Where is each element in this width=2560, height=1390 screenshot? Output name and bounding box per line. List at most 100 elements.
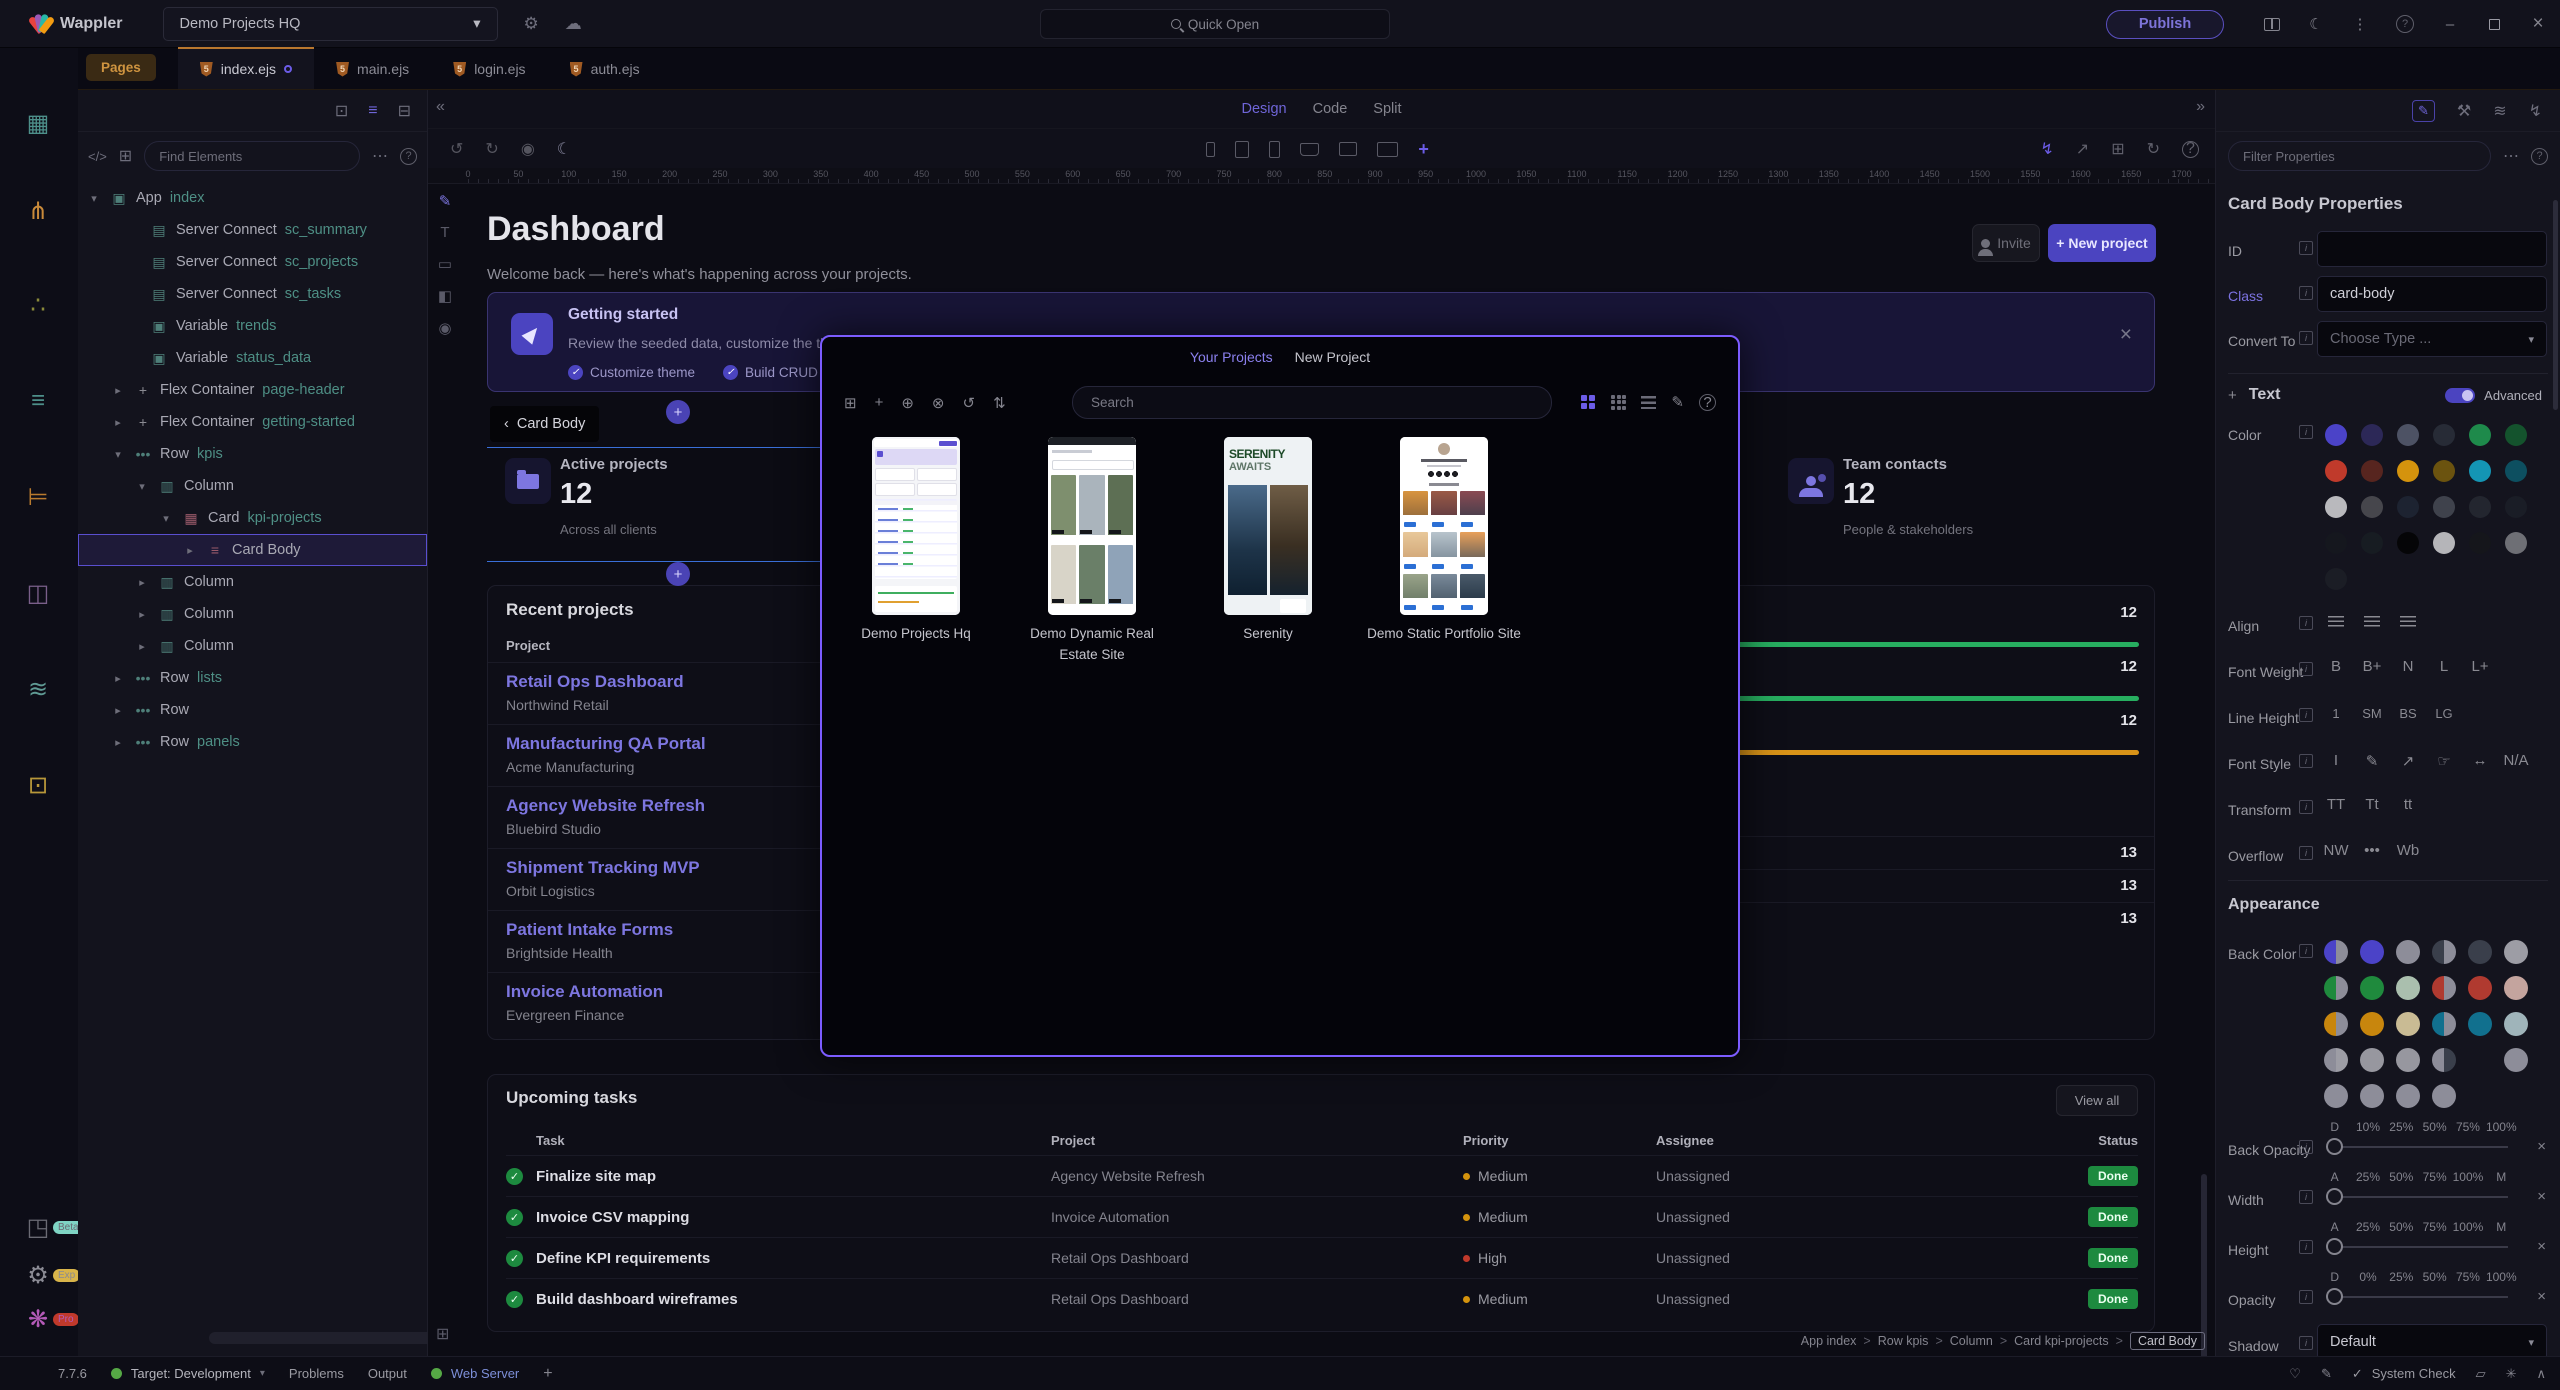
code-view-icon[interactable]: </>: [88, 149, 107, 164]
font-style-option[interactable]: N/A: [2498, 752, 2534, 770]
font-style-option[interactable]: ↗: [2390, 752, 2426, 770]
actions-lightning-icon[interactable]: ↯: [2040, 139, 2053, 159]
info-icon[interactable]: i: [2299, 1190, 2313, 1204]
slider-tick-label[interactable]: 25%: [2385, 1120, 2418, 1134]
slider-knob[interactable]: [2326, 1188, 2343, 1205]
info-icon[interactable]: i: [2299, 754, 2313, 768]
web-server-button[interactable]: Web Server: [431, 1366, 519, 1381]
cleanup-brush-icon[interactable]: ✎: [2321, 1366, 2332, 1382]
info-icon[interactable]: i: [2299, 662, 2313, 676]
banner-check-item[interactable]: ✓ Build CRUD: [723, 365, 818, 380]
find-elements-input[interactable]: Find Elements: [144, 141, 360, 171]
breadcrumb-item[interactable]: App index: [1801, 1334, 1857, 1348]
slider-tick-label[interactable]: 100%: [2451, 1220, 2484, 1234]
add-folder-icon[interactable]: ⊕: [901, 394, 914, 412]
device-phone-icon[interactable]: [1269, 141, 1280, 158]
font-weight-option[interactable]: L: [2426, 658, 2462, 675]
editor-tab[interactable]: index.ejs: [178, 47, 314, 89]
text-tool-icon[interactable]: T: [440, 224, 449, 241]
grid-toggle-icon[interactable]: ⊞: [436, 1324, 449, 1344]
align-left-icon[interactable]: [2318, 616, 2354, 627]
slider-tick-label[interactable]: M: [2485, 1220, 2518, 1234]
color-swatch[interactable]: [2361, 496, 2383, 518]
rail-icon[interactable]: ⊡: [19, 766, 57, 804]
minimize-button[interactable]: –: [2428, 0, 2472, 48]
slider-track[interactable]: [2336, 1296, 2508, 1298]
info-icon[interactable]: i: [2299, 616, 2313, 630]
color-swatch[interactable]: [2325, 424, 2347, 446]
publish-button[interactable]: Publish: [2106, 10, 2224, 39]
slider-tick-label[interactable]: 100%: [2485, 1120, 2518, 1134]
align-right-icon[interactable]: [2390, 616, 2426, 627]
color-swatch[interactable]: [2469, 496, 2491, 518]
color-swatch[interactable]: [2396, 1084, 2420, 1108]
tree-chevron-icon[interactable]: ▸: [110, 672, 126, 685]
breadcrumb-item[interactable]: Column: [1950, 1334, 1993, 1348]
theme-droplet-icon[interactable]: ☾: [2294, 0, 2338, 48]
tree-chevron-icon[interactable]: ▾: [158, 512, 174, 525]
cloud-sync-icon[interactable]: ☁: [565, 14, 582, 34]
screenshot-icon[interactable]: ◉: [521, 139, 535, 159]
tree-item[interactable]: ▸ + Flex Container page-header: [78, 374, 427, 406]
font-weight-option[interactable]: N: [2390, 658, 2426, 675]
tree-item[interactable]: ▸ ▥ Column: [78, 566, 427, 598]
refresh-icon[interactable]: ↻: [2147, 139, 2160, 159]
color-swatch[interactable]: [2396, 976, 2420, 1000]
device-laptop-icon[interactable]: [1300, 143, 1319, 156]
transform-option[interactable]: Tt: [2354, 796, 2390, 813]
slider-track[interactable]: [2336, 1146, 2508, 1148]
maximize-button[interactable]: [2472, 0, 2516, 48]
rail-icon[interactable]: ⋔: [19, 192, 57, 230]
css-styles-icon[interactable]: ≋: [2493, 101, 2506, 121]
shadow-select[interactable]: Default ▾: [2317, 1324, 2547, 1360]
tree-item[interactable]: ▸ ▥ Column: [78, 630, 427, 662]
transform-option[interactable]: TT: [2318, 796, 2354, 813]
ai-robot-icon[interactable]: ⊡: [335, 101, 348, 121]
project-settings-icon[interactable]: ⚙: [524, 14, 539, 34]
color-swatch[interactable]: [2396, 1048, 2420, 1072]
color-swatch[interactable]: [2432, 940, 2456, 964]
color-swatch[interactable]: [2360, 1048, 2384, 1072]
responsive-move-icon[interactable]: +: [1418, 139, 1429, 160]
collapse-left-icon[interactable]: «: [436, 98, 445, 116]
grid-view-large-icon[interactable]: [1581, 395, 1596, 410]
tree-chevron-icon[interactable]: ▸: [182, 544, 198, 557]
color-swatch[interactable]: [2433, 424, 2455, 446]
color-swatch[interactable]: [2505, 460, 2527, 482]
slider-tick-label[interactable]: M: [2485, 1170, 2518, 1184]
color-swatch[interactable]: [2396, 1012, 2420, 1036]
design-tools-icon[interactable]: ⚒: [2457, 101, 2471, 121]
add-panel-icon[interactable]: +: [543, 1365, 552, 1383]
rail-icon[interactable]: ▦: [19, 104, 57, 142]
tree-item[interactable]: ▾ ▥ Column: [78, 470, 427, 502]
list-view-icon[interactable]: [1641, 396, 1656, 409]
tree-chevron-icon[interactable]: ▸: [110, 416, 126, 429]
add-project-icon[interactable]: +: [875, 394, 884, 412]
slider-tick-label[interactable]: 25%: [2351, 1170, 2384, 1184]
layout-split-icon[interactable]: [2250, 0, 2294, 48]
help-icon[interactable]: ?: [1699, 394, 1716, 411]
slider-knob[interactable]: [2326, 1288, 2343, 1305]
info-icon[interactable]: i: [2299, 1140, 2313, 1154]
slider-tick-label[interactable]: 75%: [2451, 1120, 2484, 1134]
info-icon[interactable]: i: [2299, 241, 2313, 255]
color-swatch[interactable]: [2468, 940, 2492, 964]
banner-close-icon[interactable]: ×: [2120, 323, 2132, 347]
device-desktop-icon[interactable]: [1339, 142, 1357, 156]
color-swatch[interactable]: [2432, 976, 2456, 1000]
canvas-vertical-scrollbar[interactable]: [2201, 1174, 2207, 1356]
project-card[interactable]: Demo Dynamic Real Estate Site: [1004, 437, 1180, 666]
project-search-input[interactable]: Search: [1072, 386, 1552, 419]
grid-view-small-icon[interactable]: [1611, 395, 1626, 410]
color-swatch[interactable]: [2469, 532, 2491, 554]
slider-tick-label[interactable]: 75%: [2418, 1170, 2451, 1184]
pages-button[interactable]: Pages: [86, 54, 156, 81]
bug-icon[interactable]: ✳: [2506, 1366, 2517, 1382]
tree-item[interactable]: ▸ ≡ Card Body: [78, 534, 427, 566]
color-swatch[interactable]: [2396, 940, 2420, 964]
dark-mode-icon[interactable]: ☾: [557, 139, 571, 159]
slider-tick-label[interactable]: 25%: [2351, 1220, 2384, 1234]
color-swatch[interactable]: [2325, 460, 2347, 482]
tree-item[interactable]: ▾ ▣ App index: [78, 182, 427, 214]
info-icon[interactable]: i: [2299, 800, 2313, 814]
